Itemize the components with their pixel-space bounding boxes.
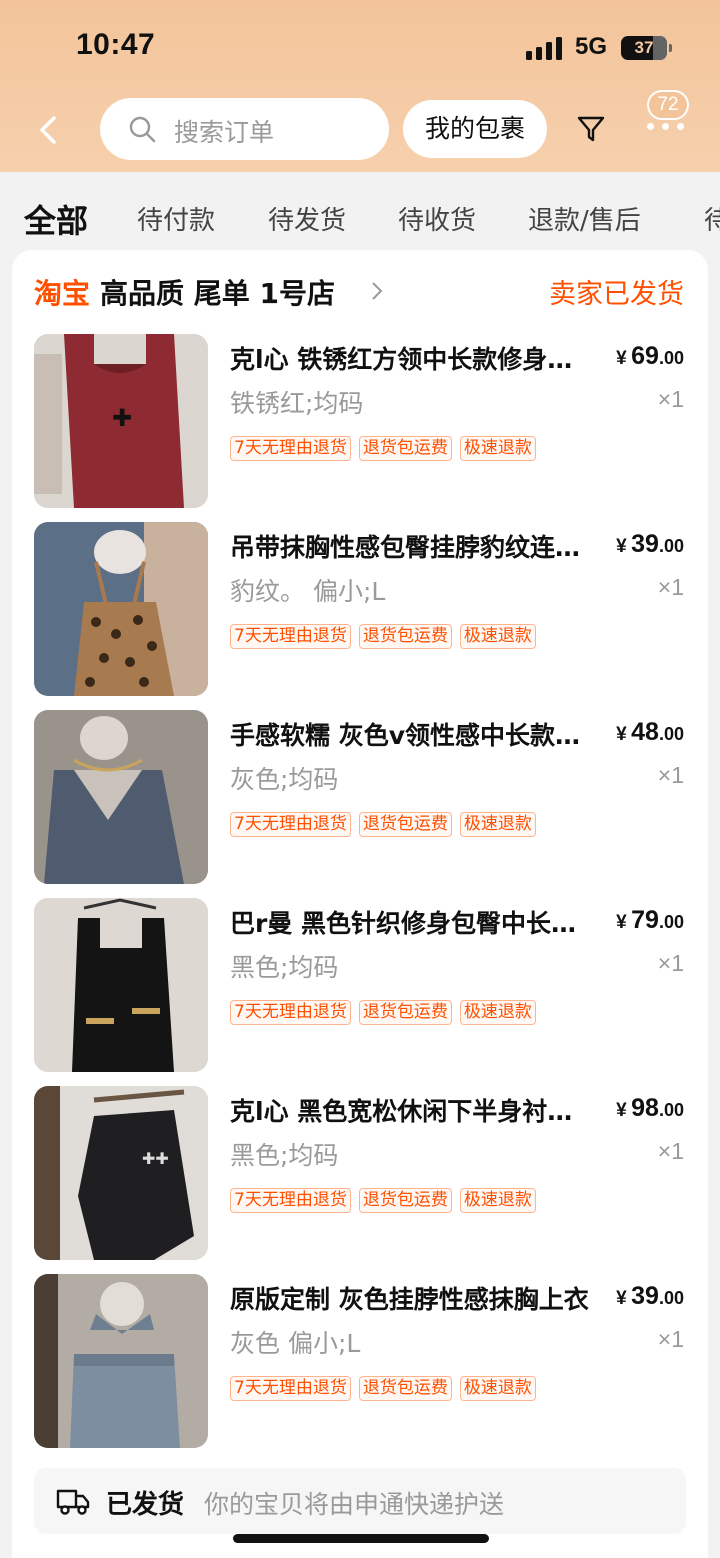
shop-name[interactable]: 高品质 尾单 1号店 <box>100 272 335 312</box>
tag-return-shipping: 退货包运费 <box>358 1376 452 1401</box>
order-item[interactable]: ✚ 克l心 铁锈红方领中长款修身包臀吊带连衣裙 ¥ 69.00 铁锈红;均码 ×… <box>12 334 708 508</box>
product-quantity: ×1 <box>657 950 684 976</box>
tag-return-shipping: 退货包运费 <box>358 436 452 461</box>
order-item[interactable]: 吊带抹胸性感包臀挂脖豹纹连衣裙 ¥ 39.00 豹纹。 偏小;L ×1 7天无理… <box>12 522 708 696</box>
product-quantity: ×1 <box>657 1326 684 1352</box>
service-tags: 7天无理由退货 退货包运费 极速退款 <box>230 1000 536 1025</box>
service-tags: 7天无理由退货 退货包运费 极速退款 <box>230 624 536 649</box>
tab-more[interactable]: 待 <box>704 200 720 237</box>
chevron-right-icon[interactable] <box>370 281 384 301</box>
product-title[interactable]: 克l心 黑色宽松休闲下半身衬衫外套 <box>230 1092 590 1128</box>
tag-fast-refund: 极速退款 <box>459 436 536 461</box>
tag-fast-refund: 极速退款 <box>459 1000 536 1025</box>
tag-fast-refund: 极速退款 <box>459 1376 536 1401</box>
shipping-info[interactable]: 已发货 你的宝贝将由申通快递护送 <box>34 1468 686 1534</box>
product-price: ¥ 39.00 <box>616 530 684 558</box>
order-status: 卖家已发货 <box>549 279 684 310</box>
notification-badge: 72 <box>647 90 689 120</box>
order-tabs: 全部 待付款 待发货 待收货 退款/售后 待 <box>0 172 720 254</box>
order-item[interactable]: ✚✚ 克l心 黑色宽松休闲下半身衬衫外套 ¥ 98.00 黑色;均码 ×1 7天… <box>12 1086 708 1260</box>
product-quantity: ×1 <box>657 386 684 412</box>
product-price: ¥ 79.00 <box>616 906 684 934</box>
service-tags: 7天无理由退货 退货包运费 极速退款 <box>230 436 536 461</box>
product-quantity: ×1 <box>657 574 684 600</box>
tag-return-shipping: 退货包运费 <box>358 1000 452 1025</box>
product-quantity: ×1 <box>657 1138 684 1164</box>
shipping-status: 已发货 <box>106 1490 185 1520</box>
product-title[interactable]: 手感软糯 灰色v领性感中长款针织连衣裙 <box>230 716 590 752</box>
tag-7day-return: 7天无理由退货 <box>230 1376 351 1401</box>
product-price: ¥ 98.00 <box>616 1094 684 1122</box>
search-icon <box>129 116 156 143</box>
product-title[interactable]: 克l心 铁锈红方领中长款修身包臀吊带连衣裙 <box>230 340 590 376</box>
product-title[interactable]: 原版定制 灰色挂脖性感抹胸上衣 <box>230 1280 590 1316</box>
product-image <box>34 1274 208 1448</box>
product-price: ¥ 48.00 <box>616 718 684 746</box>
tab-pending-payment[interactable]: 待付款 <box>137 200 215 237</box>
product-sku: 黑色;均码 <box>230 1141 339 1170</box>
service-tags: 7天无理由退货 退货包运费 极速退款 <box>230 1376 536 1401</box>
order-card[interactable]: 淘宝 高品质 尾单 1号店 卖家已发货 ✚ 克l心 铁锈红方领中长款修身包臀吊带… <box>12 250 708 1558</box>
product-image <box>34 710 208 884</box>
battery-icon: 37 <box>621 36 672 60</box>
tab-refund[interactable]: 退款/售后 <box>528 200 641 237</box>
filter-icon[interactable] <box>575 113 607 145</box>
service-tags: 7天无理由退货 退货包运费 极速退款 <box>230 812 536 837</box>
tag-fast-refund: 极速退款 <box>459 1188 536 1213</box>
product-price: ¥ 39.00 <box>616 1282 684 1310</box>
network-type: 5G <box>575 33 608 60</box>
product-title[interactable]: 吊带抹胸性感包臀挂脖豹纹连衣裙 <box>230 528 590 564</box>
back-icon[interactable] <box>36 112 60 148</box>
product-image <box>34 522 208 696</box>
tag-7day-return: 7天无理由退货 <box>230 436 351 461</box>
tab-all[interactable]: 全部 <box>24 196 88 242</box>
search-placeholder: 搜索订单 <box>174 118 275 147</box>
tag-7day-return: 7天无理由退货 <box>230 812 351 837</box>
product-sku: 铁锈红;均码 <box>230 389 364 418</box>
home-indicator <box>233 1534 489 1543</box>
product-sku: 灰色 偏小;L <box>230 1329 361 1358</box>
battery-level: 37 <box>634 38 654 57</box>
my-packages-button[interactable]: 我的包裹 <box>403 100 547 158</box>
product-image <box>34 898 208 1072</box>
taobao-logo: 淘宝 <box>34 277 91 310</box>
search-input[interactable]: 搜索订单 <box>100 98 389 160</box>
tab-pending-shipment[interactable]: 待发货 <box>268 200 346 237</box>
product-title[interactable]: 巴r曼 黑色针织修身包臀中长款连衣裙 <box>230 904 590 940</box>
product-sku: 豹纹。 偏小;L <box>230 577 386 606</box>
shipping-description: 你的宝贝将由申通快递护送 <box>204 1490 505 1519</box>
svg-text:✚: ✚ <box>112 404 132 432</box>
tag-return-shipping: 退货包运费 <box>358 624 452 649</box>
service-tags: 7天无理由退货 退货包运费 极速退款 <box>230 1188 536 1213</box>
tag-7day-return: 7天无理由退货 <box>230 1188 351 1213</box>
more-icon[interactable] <box>646 119 686 133</box>
svg-text:✚✚: ✚✚ <box>142 1149 169 1168</box>
signal-icon <box>526 36 564 60</box>
product-image: ✚✚ <box>34 1086 208 1260</box>
order-item[interactable]: 巴r曼 黑色针织修身包臀中长款连衣裙 ¥ 79.00 黑色;均码 ×1 7天无理… <box>12 898 708 1072</box>
tag-return-shipping: 退货包运费 <box>358 1188 452 1213</box>
tag-fast-refund: 极速退款 <box>459 624 536 649</box>
product-image: ✚ <box>34 334 208 508</box>
truck-icon <box>56 1489 90 1515</box>
tab-pending-receipt[interactable]: 待收货 <box>398 200 476 237</box>
product-quantity: ×1 <box>657 762 684 788</box>
product-sku: 灰色;均码 <box>230 765 339 794</box>
tag-return-shipping: 退货包运费 <box>358 812 452 837</box>
order-item[interactable]: 手感软糯 灰色v领性感中长款针织连衣裙 ¥ 48.00 灰色;均码 ×1 7天无… <box>12 710 708 884</box>
tag-fast-refund: 极速退款 <box>459 812 536 837</box>
tag-7day-return: 7天无理由退货 <box>230 624 351 649</box>
order-item[interactable]: 原版定制 灰色挂脖性感抹胸上衣 ¥ 39.00 灰色 偏小;L ×1 7天无理由… <box>12 1274 708 1448</box>
product-price: ¥ 69.00 <box>616 342 684 370</box>
tag-7day-return: 7天无理由退货 <box>230 1000 351 1025</box>
product-sku: 黑色;均码 <box>230 953 339 982</box>
status-time: 10:47 <box>76 28 156 61</box>
